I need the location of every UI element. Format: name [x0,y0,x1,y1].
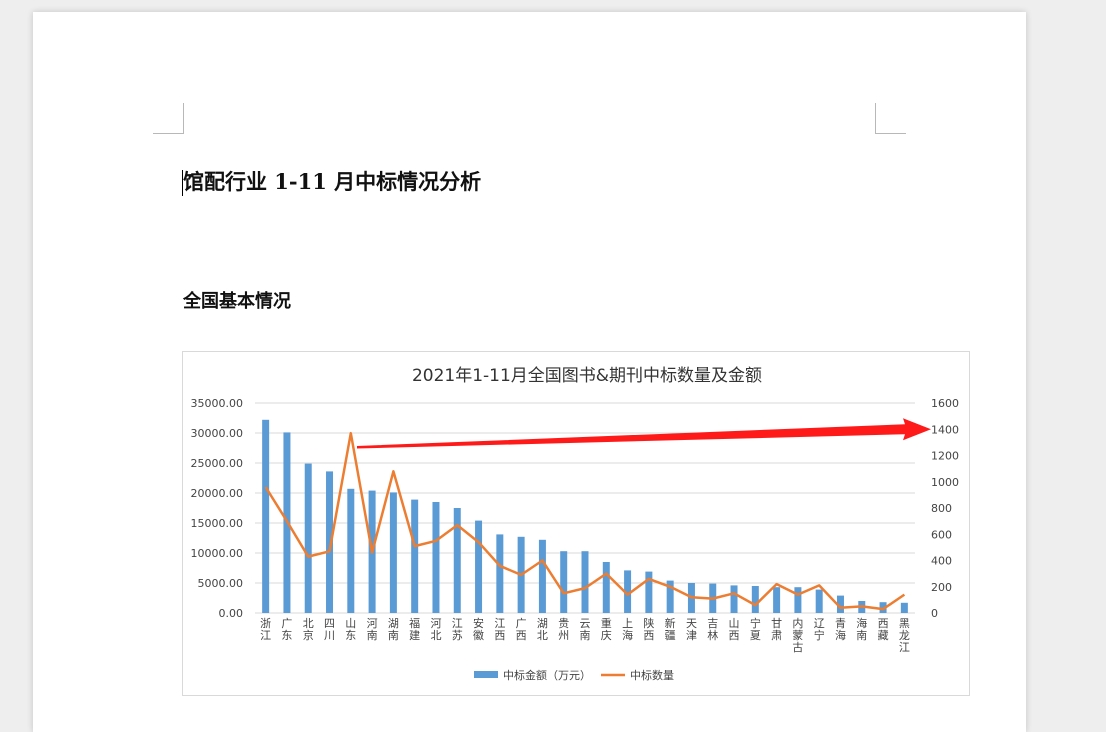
y-left-tick-label: 5000.00 [198,577,244,590]
category-label: 辽宁 [814,617,825,642]
category-label: 青海 [835,617,846,642]
category-label: 河北 [430,617,441,642]
category-label: 四川 [324,617,335,642]
crop-mark-top-left [153,103,184,134]
category-label: 陕西 [643,616,654,642]
bar [602,562,610,613]
y-right-tick-label: 1600 [931,397,959,410]
combo-chart: 2021年1-11月全国图书&期刊中标数量及金额 35000.00 30000.00… [191,366,960,682]
category-label: 福建 [409,616,420,642]
category-label: 西藏 [878,617,889,642]
document-title[interactable]: 馆配行业 1-11 月中标情况分析 [183,166,481,196]
category-label: 江苏 [452,617,463,642]
y-left-tick-label: 0.00 [219,607,244,620]
y-right-tick-label: 200 [931,581,952,594]
bar [304,463,312,613]
category-label: 北京 [303,617,314,642]
bar [815,589,823,613]
category-label: 吉林 [707,617,718,642]
bar [432,502,440,613]
category-label: 宁夏 [750,616,761,642]
section-heading[interactable]: 全国基本情况 [183,287,291,313]
crop-mark-top-right [875,103,906,134]
y-right-tick-label: 1000 [931,476,959,489]
bar [262,419,270,613]
y-left-tick-label: 10000.00 [191,547,244,560]
bar [900,602,908,613]
category-label: 浙江 [260,617,271,642]
bar [773,587,781,613]
y-right-tick-label: 0 [931,607,938,620]
y-right-tick-label: 800 [931,502,952,515]
category-label: 湖南 [388,617,399,642]
y-right-tick-label: 1200 [931,450,959,463]
chart-frame[interactable]: 2021年1-11月全国图书&期刊中标数量及金额 35000.00 30000.00… [182,351,970,696]
bar [411,499,419,613]
category-label: 甘肃 [771,617,782,642]
bar [538,539,546,613]
bar [560,551,568,613]
category-label: 广西 [516,617,527,642]
category-label: 重庆 [601,616,612,642]
y-left-tick-label: 20000.00 [191,487,244,500]
category-label: 广东 [281,617,292,642]
legend-line-label: 中标数量 [630,668,674,682]
y-right-tick-label: 400 [931,555,952,568]
y-left-tick-label: 25000.00 [191,457,244,470]
y-left-tick-label: 30000.00 [191,427,244,440]
category-label: 内蒙古 [792,616,803,654]
category-label: 安徽 [473,616,484,642]
category-label: 云南 [580,617,591,642]
category-label: 贵州 [558,617,569,642]
category-label: 黑龙江 [899,617,910,654]
document-page: 馆配行业 1-11 月中标情况分析 全国基本情况 2021年1-11月全国图书&… [33,12,1026,732]
chart-title: 2021年1-11月全国图书&期刊中标数量及金额 [412,366,762,386]
bar [453,508,461,613]
category-label: 天津 [686,617,697,642]
bar [581,551,589,613]
category-label: 山东 [345,617,356,642]
y-right-tick-label: 1400 [931,423,959,436]
category-label: 河南 [367,617,378,642]
category-label: 山西 [729,617,740,642]
bar [751,586,759,613]
category-label: 江西 [494,617,505,642]
category-label: 新疆 [665,616,676,642]
bar [496,534,504,613]
category-label: 海南 [856,616,867,642]
y-right-tick-label: 600 [931,528,952,541]
bar [389,492,397,613]
legend-bar-label: 中标金额（万元） [503,668,591,682]
bar [347,488,355,613]
bar [794,587,802,613]
bar [475,520,483,613]
category-label: 上海 [622,617,633,642]
bar [730,585,738,613]
y-left-tick-label: 15000.00 [191,517,244,530]
y-left-tick-label: 35000.00 [191,397,244,410]
category-label: 湖北 [537,617,548,642]
legend-bar-swatch [474,671,498,678]
